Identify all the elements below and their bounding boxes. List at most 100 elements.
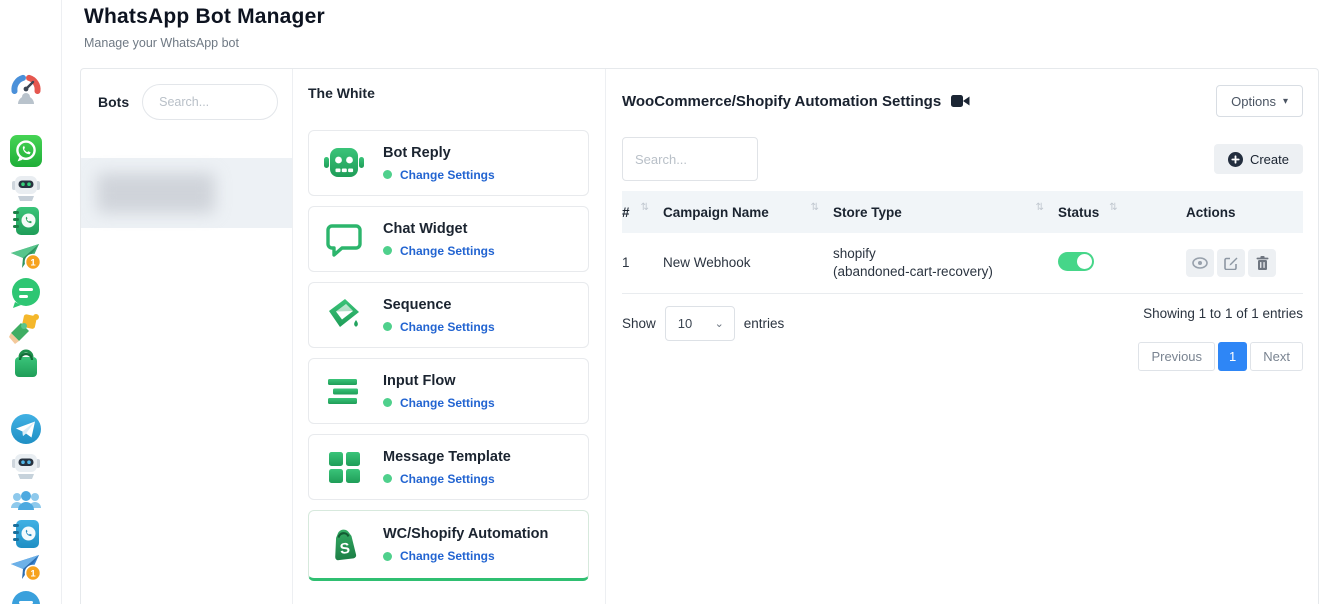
integration-icon[interactable] (9, 311, 43, 345)
entries-label: entries (744, 316, 785, 331)
table-search-input[interactable] (622, 137, 758, 181)
status-toggle[interactable] (1058, 252, 1094, 271)
feature-card-message-template[interactable]: Message Template Change Settings (308, 434, 589, 500)
page-size-group: Show 10 ⌄ entries (622, 306, 784, 341)
sort-icon: ⇅ (1036, 202, 1044, 213)
shopify-icon: S (322, 523, 366, 567)
whatsapp-broadcast-icon[interactable]: 1 (9, 240, 43, 274)
status-dot (383, 246, 392, 255)
card-text: Message Template Change Settings (383, 449, 511, 486)
bots-search-input[interactable] (142, 84, 278, 120)
card-text: Bot Reply Change Settings (383, 145, 495, 182)
bots-list (81, 158, 292, 228)
whatsapp-chat-icon[interactable] (9, 276, 43, 310)
change-settings-link[interactable]: Change Settings (400, 396, 495, 410)
column-header-status[interactable]: Status⇅ (1058, 191, 1186, 233)
bot-reply-icon (322, 141, 366, 185)
sequence-icon (322, 293, 366, 337)
automation-table: #⇅ Campaign Name⇅ Store Type⇅ Status⇅ Ac (622, 191, 1303, 294)
bots-title: Bots (98, 94, 129, 110)
plus-circle-icon (1228, 152, 1243, 167)
message-template-icon (322, 445, 366, 489)
change-settings-link[interactable]: Change Settings (400, 168, 495, 182)
chat-widget-icon (322, 217, 366, 261)
card-title: Sequence (383, 297, 495, 313)
table-tools-row: Create (622, 137, 1303, 181)
page-size-value: 10 (678, 316, 692, 331)
status-dot (383, 170, 392, 179)
svg-text:1: 1 (30, 257, 36, 268)
telegram-icon[interactable] (9, 412, 43, 446)
feature-card-bot-reply[interactable]: Bot Reply Change Settings (308, 130, 589, 196)
feature-cards: Bot Reply Change Settings Chat Widget (308, 130, 589, 581)
video-tutorial-icon[interactable] (951, 94, 970, 108)
feature-card-input-flow[interactable]: Input Flow Change Settings (308, 358, 589, 424)
status-dot (383, 474, 392, 483)
next-page-button[interactable]: Next (1250, 342, 1303, 371)
content-panel: Bots The White Bot Reply (80, 68, 1319, 604)
edit-icon (1224, 256, 1238, 270)
toggle-knob (1077, 254, 1092, 269)
delete-button[interactable] (1248, 249, 1276, 277)
card-text: Sequence Change Settings (383, 297, 495, 334)
actions-cell (1186, 233, 1303, 293)
feature-card-sequence[interactable]: Sequence Change Settings (308, 282, 589, 348)
page-header: WhatsApp Bot Manager Manage your WhatsAp… (84, 5, 325, 50)
features-panel-title: The White (308, 85, 589, 101)
card-title: Chat Widget (383, 221, 495, 237)
create-button[interactable]: Create (1214, 144, 1303, 174)
entries-summary: Showing 1 to 1 of 1 entries (1143, 306, 1303, 321)
trash-icon (1256, 256, 1269, 270)
telegram-chat-icon[interactable] (9, 589, 43, 604)
card-text: Chat Widget Change Settings (383, 221, 495, 258)
status-dot (383, 552, 392, 561)
bots-header: Bots (81, 69, 292, 135)
status-cell (1058, 233, 1186, 293)
redacted-bot-name (97, 173, 215, 213)
change-settings-link[interactable]: Change Settings (400, 549, 495, 563)
whatsapp-bot-icon[interactable] (9, 169, 43, 203)
column-header-store-type[interactable]: Store Type⇅ (833, 191, 1058, 233)
campaign-name-cell: New Webhook (663, 233, 833, 293)
page-size-select[interactable]: 10 ⌄ (665, 306, 735, 341)
whatsapp-contacts-icon[interactable] (9, 204, 43, 238)
options-button[interactable]: Options ▾ (1216, 85, 1303, 117)
app-window: 1 1 WhatsApp Bot Manager (0, 0, 1325, 604)
table-header-row: #⇅ Campaign Name⇅ Store Type⇅ Status⇅ Ac (622, 191, 1303, 233)
card-title: Bot Reply (383, 145, 495, 161)
telegram-bot-icon[interactable] (9, 447, 43, 481)
bots-column: Bots (81, 69, 293, 604)
whatsapp-icon[interactable] (9, 134, 43, 168)
feature-card-chat-widget[interactable]: Chat Widget Change Settings (308, 206, 589, 272)
sort-icon: ⇅ (811, 202, 819, 213)
dashboard-icon[interactable] (9, 73, 43, 107)
store-type-line1: shopify (833, 246, 1058, 261)
card-text: WC/Shopify Automation Change Settings (383, 526, 548, 563)
icon-rail: 1 1 (0, 0, 62, 604)
store-type-line2: (abandoned-cart-recovery) (833, 264, 1058, 279)
status-dot (383, 322, 392, 331)
telegram-group-icon[interactable] (9, 484, 43, 518)
telegram-contacts-icon[interactable] (9, 517, 43, 551)
table-row: 1 New Webhook shopify (abandoned-cart-re… (622, 233, 1303, 293)
column-header-number[interactable]: #⇅ (622, 191, 663, 233)
change-settings-link[interactable]: Change Settings (400, 320, 495, 334)
features-column: The White Bot Reply Change Settings (293, 69, 606, 604)
change-settings-link[interactable]: Change Settings (400, 244, 495, 258)
input-flow-icon (322, 369, 366, 413)
column-header-campaign-name[interactable]: Campaign Name⇅ (663, 191, 833, 233)
bot-list-item-selected[interactable] (81, 158, 292, 228)
previous-page-button[interactable]: Previous (1138, 342, 1215, 371)
edit-button[interactable] (1217, 249, 1245, 277)
view-button[interactable] (1186, 249, 1214, 277)
telegram-broadcast-icon[interactable]: 1 (9, 551, 43, 585)
page-subtitle: Manage your WhatsApp bot (84, 36, 325, 50)
main-title: WooCommerce/Shopify Automation Settings (622, 93, 941, 110)
main-header: WooCommerce/Shopify Automation Settings … (622, 83, 1303, 119)
shop-icon[interactable] (9, 347, 43, 381)
current-page-button[interactable]: 1 (1218, 342, 1247, 371)
show-label: Show (622, 316, 656, 331)
change-settings-link[interactable]: Change Settings (400, 472, 495, 486)
feature-card-wc-shopify-automation[interactable]: S WC/Shopify Automation Change Settings (308, 510, 589, 581)
table-footer: Show 10 ⌄ entries Showing 1 to 1 of 1 en… (622, 306, 1303, 371)
